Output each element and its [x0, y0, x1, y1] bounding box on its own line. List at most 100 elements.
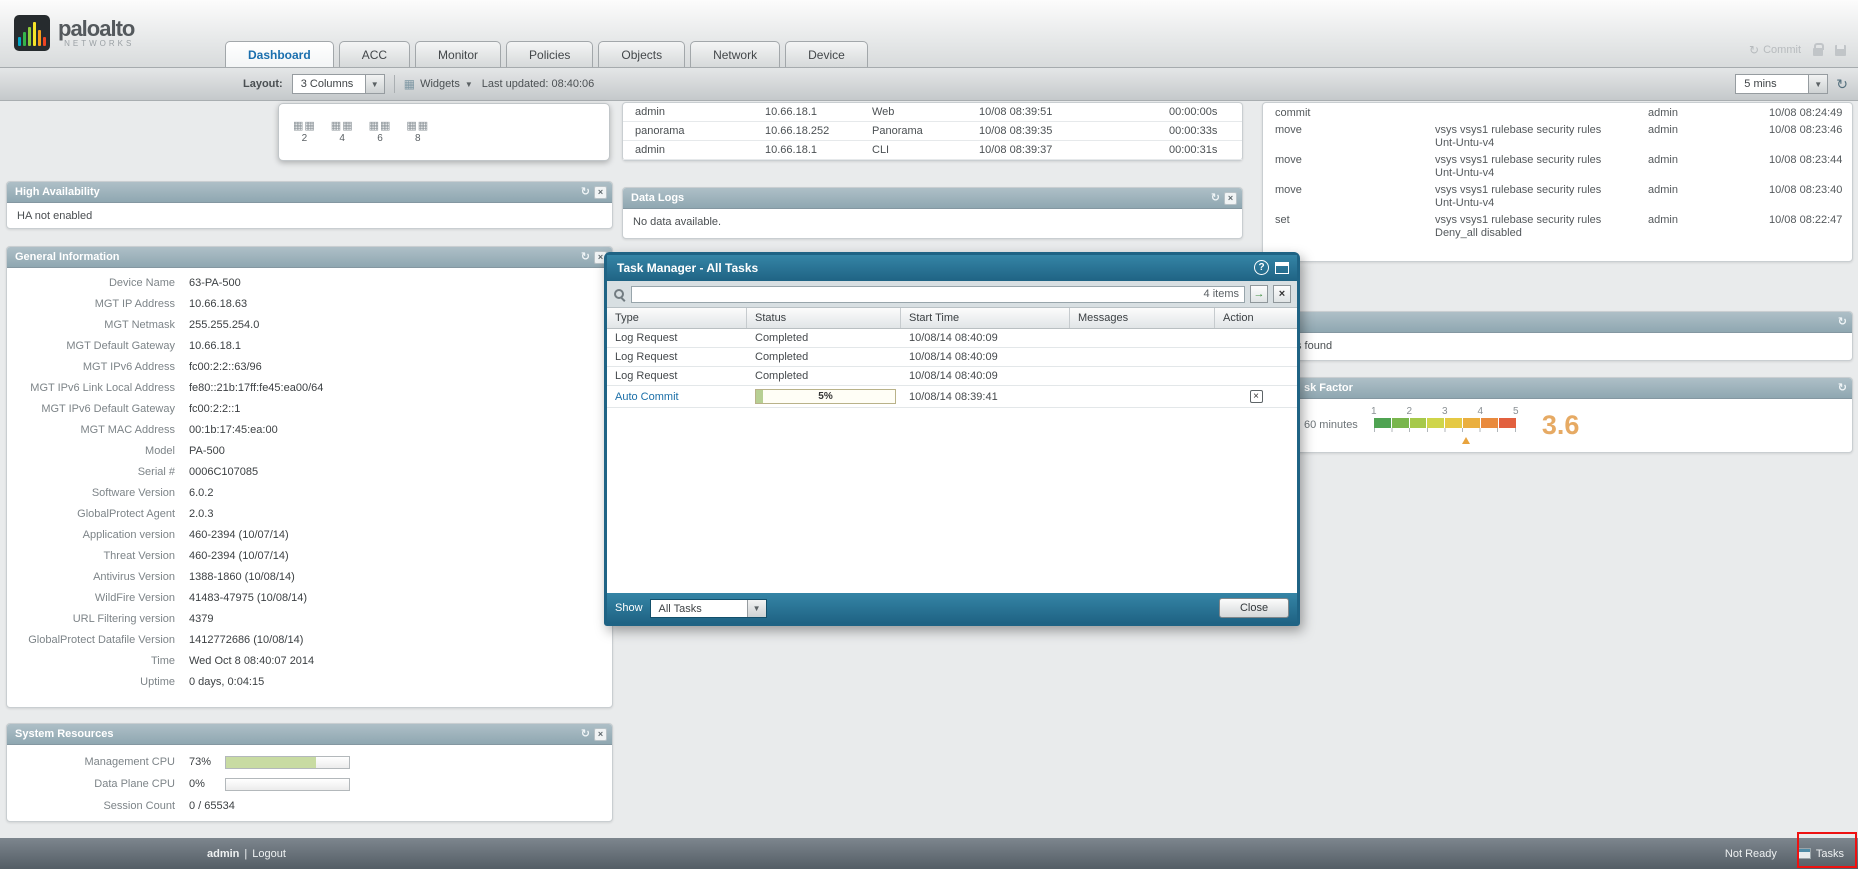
risk-factor-scale: 1 2 3 4 5: [1374, 406, 1516, 418]
general-info-label: GlobalProtect Agent: [7, 504, 175, 525]
widget-title: System Resources: [15, 728, 113, 740]
tab-acc[interactable]: ACC: [339, 41, 410, 67]
tab-network[interactable]: Network: [690, 41, 780, 67]
layout-4col-icon: ▦▦: [331, 120, 354, 132]
admin-session-rows: admin 10.66.18.1 Web 10/08 08:39:51 00:0…: [623, 103, 1242, 160]
show-tasks-select[interactable]: All Tasks ▼: [650, 599, 767, 618]
layout-option-count: 6: [377, 133, 383, 144]
task-row: Log Request Completed 10/08/14 08:40:09: [607, 329, 1297, 348]
general-info-row: Application version 460-2394 (10/07/14): [7, 525, 612, 546]
general-info-row: GlobalProtect Datafile Version 141277268…: [7, 630, 612, 651]
clear-filter-button[interactable]: ×: [1273, 285, 1291, 303]
general-info-value: 63-PA-500: [189, 273, 241, 294]
config-log-row: set vsys vsys1 rulebase security rules D…: [1263, 212, 1852, 242]
app-header: paloalto NETWORKS Dashboard ACC Monitor …: [0, 0, 1858, 68]
apply-filter-button[interactable]: →: [1250, 285, 1268, 303]
config-log-time: 10/08 08:23:46: [1769, 124, 1846, 137]
tasks-button[interactable]: Tasks: [1797, 848, 1844, 860]
widget-refresh-icon[interactable]: ↻: [581, 250, 590, 264]
tasks-label: Tasks: [1816, 848, 1844, 860]
layout-option-8-columns[interactable]: ▦▦ 8: [406, 120, 429, 144]
device-status-text: Not Ready: [1725, 848, 1777, 860]
task-row: Log Request Completed 10/08/14 08:40:09: [607, 367, 1297, 386]
admin-from-ip: 10.66.18.1: [765, 141, 872, 160]
general-info-label: MGT MAC Address: [7, 420, 175, 441]
refresh-interval-arrow-icon[interactable]: ▼: [1808, 75, 1827, 93]
column-header-status[interactable]: Status: [747, 308, 901, 328]
column-header-type[interactable]: Type: [607, 308, 747, 328]
task-filter-input[interactable]: [631, 286, 1245, 303]
show-tasks-arrow-icon[interactable]: ▼: [747, 600, 766, 617]
task-manager-titlebar[interactable]: Task Manager - All Tasks ?: [607, 255, 1297, 281]
column-header-start-time[interactable]: Start Time: [901, 308, 1070, 328]
widget-refresh-icon[interactable]: ↻: [581, 727, 590, 741]
admin-client-type: CLI: [872, 141, 979, 160]
logout-link[interactable]: Logout: [252, 848, 286, 860]
widget-close-icon[interactable]: ×: [594, 728, 607, 741]
items-count-text: 4 items: [1204, 288, 1239, 300]
admin-idle-time: 00:00:33s: [1169, 122, 1242, 141]
admin-from-ip: 10.66.18.1: [765, 103, 872, 122]
tab-monitor[interactable]: Monitor: [415, 41, 501, 67]
widgets-dropdown[interactable]: ▦ Widgets ▼: [404, 78, 473, 90]
admin-name: admin: [635, 141, 765, 160]
general-info-row: WildFire Version 41483-47975 (10/08/14): [7, 588, 612, 609]
general-info-row: MGT IP Address 10.66.18.63: [7, 294, 612, 315]
task-status: Completed: [747, 329, 901, 347]
layout-select[interactable]: 3 Columns ▼: [292, 74, 385, 94]
general-info-label: MGT IPv6 Address: [7, 357, 175, 378]
widget-close-icon[interactable]: ×: [1224, 192, 1237, 205]
logo-subtext: NETWORKS: [58, 39, 134, 48]
cancel-task-icon[interactable]: ×: [1250, 390, 1263, 403]
save-icon[interactable]: [1835, 45, 1846, 56]
widgets-caret-icon: ▼: [465, 80, 473, 89]
layout-options-popup: ▦▦ 2 ▦▦ 4 ▦▦ 6 ▦▦ 8: [278, 103, 610, 161]
general-info-value: 10.66.18.63: [189, 294, 247, 315]
auto-commit-link[interactable]: Auto Commit: [607, 386, 747, 407]
layout-option-4-columns[interactable]: ▦▦ 4: [331, 120, 354, 144]
refresh-interval-select[interactable]: 5 mins ▼: [1735, 74, 1828, 94]
widget-refresh-icon[interactable]: ↻: [1211, 191, 1220, 205]
dashboard-refresh-icon[interactable]: ↻: [1836, 77, 1848, 91]
general-info-value: fc00:2:2::1: [189, 399, 240, 420]
tab-objects[interactable]: Objects: [598, 41, 685, 67]
ha-status-text: HA not enabled: [7, 203, 612, 229]
tab-device[interactable]: Device: [785, 41, 868, 67]
layout-option-count: 8: [415, 133, 421, 144]
widget-title: High Availability: [15, 186, 100, 198]
task-action: [1215, 348, 1297, 366]
column-header-action[interactable]: Action: [1215, 308, 1297, 328]
task-table-empty-area: [607, 408, 1297, 593]
high-availability-widget: High Availability ↻ × HA not enabled: [6, 181, 613, 229]
data-plane-cpu-row: Data Plane CPU 0%: [7, 773, 612, 795]
paloalto-logo-icon: [14, 15, 50, 51]
general-info-label: Serial #: [7, 462, 175, 483]
management-cpu-bar: [225, 756, 350, 769]
config-log-admin: admin: [1648, 214, 1769, 227]
help-icon[interactable]: ?: [1254, 260, 1269, 275]
session-count-value: 0 / 65534: [189, 800, 235, 812]
high-availability-header: High Availability ↻ ×: [7, 182, 612, 203]
logo-text: paloalto: [58, 19, 134, 39]
widget-close-icon[interactable]: ×: [594, 186, 607, 199]
tab-dashboard[interactable]: Dashboard: [225, 41, 334, 67]
widget-refresh-icon[interactable]: ↻: [1838, 381, 1847, 395]
column-header-messages[interactable]: Messages: [1070, 308, 1215, 328]
close-button[interactable]: Close: [1219, 598, 1289, 618]
admin-name: panorama: [635, 122, 765, 141]
layout-option-6-columns[interactable]: ▦▦ 6: [369, 120, 392, 144]
layout-select-arrow-icon[interactable]: ▼: [365, 75, 384, 93]
commit-button[interactable]: ↻ Commit: [1749, 44, 1801, 56]
layout-8col-icon: ▦▦: [406, 120, 429, 132]
task-messages: [1070, 329, 1215, 347]
tab-policies[interactable]: Policies: [506, 41, 593, 67]
footer-separator: |: [244, 848, 247, 860]
task-row-auto-commit: Auto Commit 5% 10/08/14 08:39:41 ×: [607, 386, 1297, 408]
layout-option-2-columns[interactable]: ▦▦ 2: [293, 120, 316, 144]
lock-icon[interactable]: [1813, 48, 1823, 56]
minimize-icon[interactable]: [1275, 262, 1289, 274]
widget-refresh-icon[interactable]: ↻: [1838, 315, 1847, 329]
general-info-label: Threat Version: [7, 546, 175, 567]
widget-refresh-icon[interactable]: ↻: [581, 185, 590, 199]
logs-widget: ↻ s found: [1262, 311, 1853, 361]
